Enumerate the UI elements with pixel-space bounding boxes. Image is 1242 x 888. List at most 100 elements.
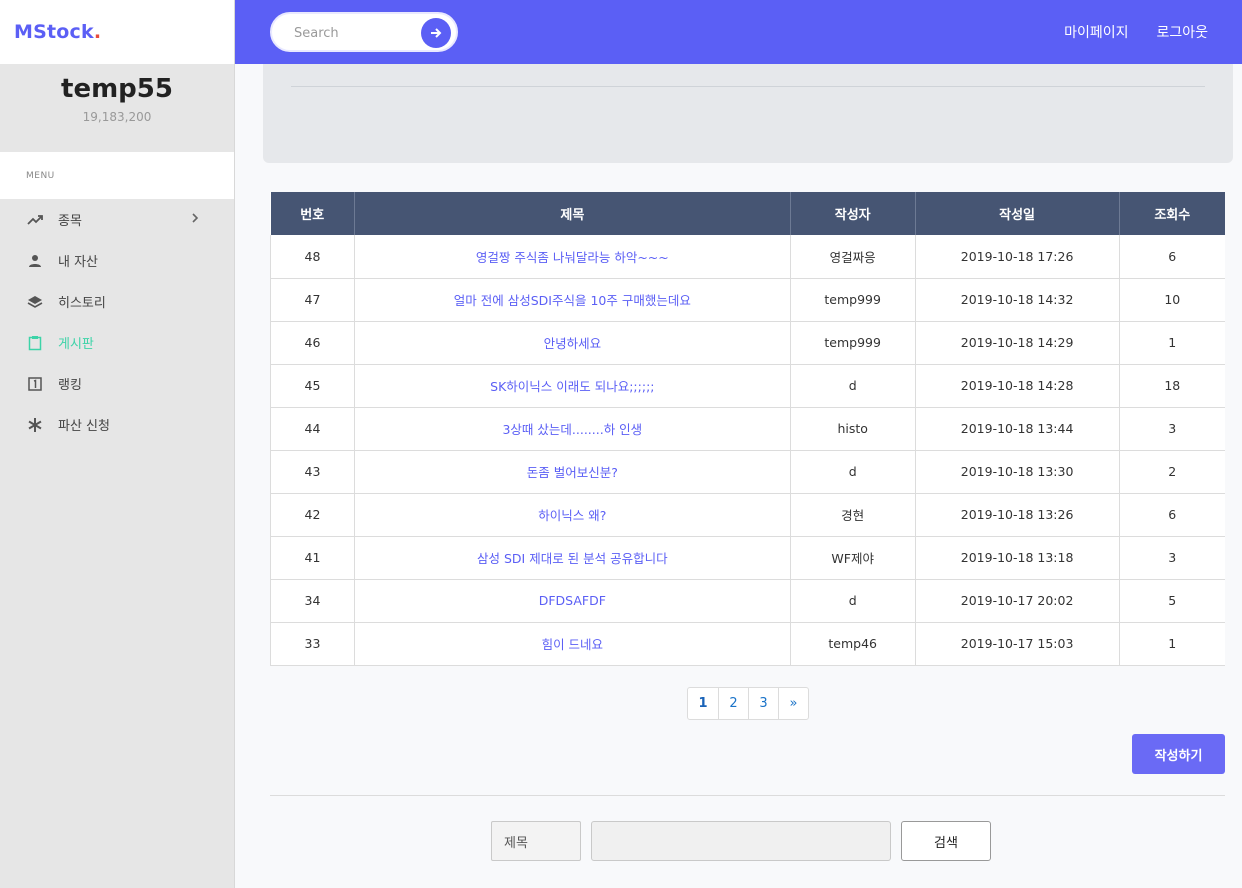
post-date: 2019-10-18 14:32 [914,278,1120,322]
column-header-number: 번호 [270,192,355,235]
user-balance: 19,183,200 [82,110,152,124]
post-author: temp999 [789,321,916,365]
sidebar-item-label: 내 자산 [58,255,99,270]
table-row: 48 영걸짱 주식좀 나눠달라능 하악~~~ 영걸짜응 2019-10-18 1… [270,235,1225,279]
keyword-input[interactable] [592,822,890,860]
table-row: 46 안녕하세요 temp999 2019-10-18 14:29 1 [270,321,1225,365]
post-number: 43 [270,450,355,494]
chevron-right-icon [190,212,200,228]
post-date: 2019-10-18 13:44 [914,407,1120,451]
post-author: d [789,579,916,623]
table-row: 41 삼성 SDI 제대로 된 분석 공유합니다 WF제야 2019-10-18… [270,536,1225,580]
page-1-button[interactable]: 1 [688,688,718,719]
post-number: 44 [270,407,355,451]
post-number: 48 [270,235,355,279]
post-title-link[interactable]: 안녕하세요 [353,321,791,365]
post-number: 47 [270,278,355,322]
menu-heading: MENU [0,152,234,199]
post-number: 45 [270,364,355,408]
post-title-link[interactable]: 하이닉스 왜? [353,493,791,537]
table-row: 42 하이닉스 왜? 경현 2019-10-18 13:26 6 [270,493,1225,537]
post-date: 2019-10-18 13:30 [914,450,1120,494]
post-date: 2019-10-18 14:29 [914,321,1120,365]
post-title-link[interactable]: 얼마 전에 삼성SDI주식을 10주 구매했는데요 [353,278,791,322]
sidebar-item-label: 히스토리 [58,296,106,311]
sidebar-item-stocks[interactable]: 종목 [0,199,234,240]
arrow-right-icon [430,24,442,43]
header-panel [263,64,1233,163]
post-date: 2019-10-18 13:18 [914,536,1120,580]
post-title-link[interactable]: 삼성 SDI 제대로 된 분석 공유합니다 [353,536,791,580]
divider [270,795,1225,796]
table-row: 33 힘이 드네요 temp46 2019-10-17 15:03 1 [270,622,1225,666]
sidebar-menu: 종목 내 자산 히스토리 게시판 랭킹 파산 신청 [0,199,234,445]
post-views: 6 [1118,493,1225,537]
page-3-button[interactable]: 3 [748,688,778,719]
sidebar-item-history[interactable]: 히스토리 [0,281,234,322]
post-number: 41 [270,536,355,580]
post-title-link[interactable]: 영걸짱 주식좀 나눠달라능 하악~~~ [353,235,791,279]
brand-dot: . [93,21,102,43]
post-number: 42 [270,493,355,537]
sidebar-item-board[interactable]: 게시판 [0,322,234,363]
search-field-select[interactable]: 제목 [491,821,581,861]
pagination: 1 2 3 » [687,687,809,720]
post-title-link[interactable]: 힘이 드네요 [353,622,791,666]
mypage-link[interactable]: 마이페이지 [1064,22,1128,42]
sidebar-item-my-assets[interactable]: 내 자산 [0,240,234,281]
column-header-views: 조회수 [1118,192,1225,235]
post-number: 46 [270,321,355,365]
post-number: 34 [270,579,355,623]
post-views: 1 [1118,321,1225,365]
post-views: 18 [1118,364,1225,408]
username: temp55 [61,74,173,104]
top-links: 마이페이지 로그아웃 [1064,0,1208,64]
page-2-button[interactable]: 2 [718,688,748,719]
post-views: 6 [1118,235,1225,279]
post-title-link[interactable]: 3상때 샀는데........하 인생 [353,407,791,451]
keyword-field-wrapper [591,821,891,861]
post-title-link[interactable]: SK하이닉스 이래도 되나요;;;;;; [353,364,791,408]
sidebar-item-label: 종목 [58,214,82,229]
post-views: 2 [1118,450,1225,494]
post-date: 2019-10-18 17:26 [914,235,1120,279]
post-views: 3 [1118,407,1225,451]
logo-area: MStock. [0,0,234,64]
sidebar-item-label: 랭킹 [58,378,82,393]
person-icon [26,252,44,270]
column-header-title: 제목 [353,192,791,235]
post-date: 2019-10-18 14:28 [914,364,1120,408]
logout-link[interactable]: 로그아웃 [1156,22,1208,42]
table-row: 44 3상때 샀는데........하 인생 histo 2019-10-18 … [270,407,1225,451]
column-header-date: 작성일 [914,192,1120,235]
sidebar-item-bankruptcy[interactable]: 파산 신청 [0,404,234,445]
number-one-box-icon [26,375,44,393]
post-title-link[interactable]: 돈좀 벌어보신분? [353,450,791,494]
user-profile: temp55 19,183,200 [0,64,234,152]
table-row: 34 DFDSAFDF d 2019-10-17 20:02 5 [270,579,1225,623]
post-date: 2019-10-18 13:26 [914,493,1120,537]
asterisk-icon [26,416,44,434]
post-views: 3 [1118,536,1225,580]
sidebar-item-ranking[interactable]: 랭킹 [0,363,234,404]
sidebar: MStock. temp55 19,183,200 MENU 종목 내 자산 히… [0,0,235,888]
table-row: 43 돈좀 벌어보신분? d 2019-10-18 13:30 2 [270,450,1225,494]
table-row: 45 SK하이닉스 이래도 되나요;;;;;; d 2019-10-18 14:… [270,364,1225,408]
search-button[interactable]: 검색 [901,821,991,861]
post-title-link[interactable]: DFDSAFDF [353,579,791,623]
layers-icon [26,293,44,311]
search-input[interactable] [294,22,414,44]
post-author: d [789,364,916,408]
post-author: 경현 [789,493,916,537]
post-date: 2019-10-17 20:02 [914,579,1120,623]
trending-up-icon [26,211,44,229]
search-bar [270,12,458,52]
write-post-button[interactable]: 작성하기 [1132,734,1225,774]
next-page-button[interactable]: » [778,688,808,719]
post-views: 1 [1118,622,1225,666]
brand-logo[interactable]: MStock. [14,21,101,43]
post-number: 33 [270,622,355,666]
post-author: histo [789,407,916,451]
post-author: 영걸짜응 [789,235,916,279]
search-submit-button[interactable] [421,18,451,48]
